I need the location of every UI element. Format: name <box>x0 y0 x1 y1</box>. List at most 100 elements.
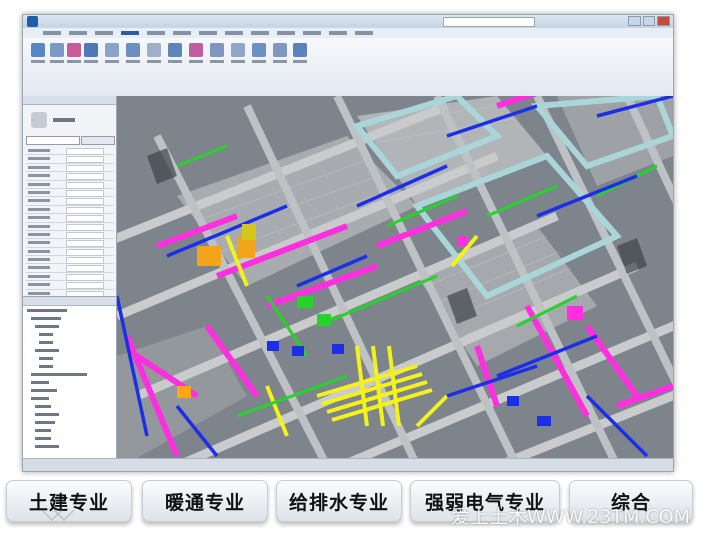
tree-item[interactable] <box>27 309 67 312</box>
property-row[interactable] <box>26 147 114 156</box>
load-group-icon[interactable] <box>293 43 307 57</box>
status-bar <box>23 458 673 471</box>
search-input[interactable] <box>443 17 535 27</box>
site-watermark: 爱上土木WWW.23TM.COM <box>450 506 690 528</box>
hvac-discipline-button[interactable]: 暖通专业 <box>142 480 268 522</box>
ribbon-tab[interactable] <box>69 31 87 35</box>
ribbon-tab[interactable] <box>95 31 113 35</box>
ribbon-label <box>168 60 182 63</box>
ribbon-tabs <box>23 28 673 38</box>
type-name <box>53 118 75 122</box>
tree-item[interactable] <box>35 405 51 408</box>
tree-item[interactable] <box>31 389 57 392</box>
ribbon-tab[interactable] <box>251 31 269 35</box>
tree-item[interactable] <box>31 373 87 376</box>
property-row[interactable] <box>26 223 114 231</box>
view-selector[interactable] <box>26 136 80 145</box>
property-row[interactable] <box>26 248 114 257</box>
decal-icon[interactable] <box>126 43 140 57</box>
ribbon-tab[interactable] <box>173 31 191 35</box>
property-row[interactable] <box>26 189 114 198</box>
ribbon-label <box>147 60 161 63</box>
load-family-icon[interactable] <box>273 43 287 57</box>
tree-item[interactable] <box>31 397 49 400</box>
link-revit-icon[interactable] <box>50 43 64 57</box>
mep-model-render <box>117 96 673 458</box>
close-button[interactable] <box>657 16 671 26</box>
tree-item[interactable] <box>39 341 53 344</box>
tree-item[interactable] <box>35 445 59 448</box>
ribbon-tab[interactable] <box>199 31 217 35</box>
maximize-button[interactable] <box>642 16 656 26</box>
ribbon-label <box>293 60 307 63</box>
ribbon-tab-active[interactable] <box>121 31 139 35</box>
property-row[interactable] <box>26 273 114 282</box>
tree-item[interactable] <box>35 429 51 432</box>
tree-item[interactable] <box>35 413 59 416</box>
ribbon-label <box>84 60 98 63</box>
tree-item[interactable] <box>39 365 53 368</box>
properties-header <box>23 96 116 105</box>
link-ifc-icon[interactable] <box>67 43 81 57</box>
ribbon-label <box>50 60 64 63</box>
ribbon-tab[interactable] <box>43 31 61 35</box>
property-row[interactable] <box>26 239 114 248</box>
import-cad-icon[interactable] <box>189 43 203 57</box>
properties-icon <box>31 112 47 128</box>
import-gbxml-icon[interactable] <box>210 43 224 57</box>
image-icon[interactable] <box>252 43 266 57</box>
property-row[interactable] <box>26 214 114 223</box>
link-cad-icon[interactable] <box>84 43 98 57</box>
manage-links-icon[interactable] <box>168 43 182 57</box>
app-logo-icon[interactable] <box>27 16 38 27</box>
property-row[interactable] <box>26 206 114 215</box>
tree-item[interactable] <box>39 333 53 336</box>
property-row[interactable] <box>26 197 114 206</box>
ribbon-label <box>105 60 119 63</box>
revit-window <box>22 14 674 472</box>
dwf-markup-icon[interactable] <box>105 43 119 57</box>
edit-type-button[interactable] <box>81 136 115 145</box>
ribbon-tab[interactable] <box>225 31 243 35</box>
property-row[interactable] <box>26 231 114 240</box>
watermark-logo-icon <box>41 509 75 522</box>
ribbon-label <box>67 60 81 63</box>
import-pdf-icon[interactable] <box>231 43 245 57</box>
property-row[interactable] <box>26 164 114 173</box>
property-row[interactable] <box>26 281 114 290</box>
ribbon-label <box>210 60 224 63</box>
property-row[interactable] <box>26 256 114 265</box>
tree-item[interactable] <box>31 381 49 384</box>
ribbon-label <box>273 60 287 63</box>
project-browser <box>23 296 116 459</box>
property-row[interactable] <box>26 172 114 181</box>
ribbon-label <box>126 60 140 63</box>
property-rows <box>26 147 114 299</box>
property-row[interactable] <box>26 155 114 164</box>
ribbon-label <box>189 60 203 63</box>
tree-item[interactable] <box>35 349 59 352</box>
ribbon-tab[interactable] <box>329 31 347 35</box>
point-cloud-icon[interactable] <box>147 43 161 57</box>
property-row[interactable] <box>26 181 114 189</box>
property-row[interactable] <box>26 264 114 273</box>
plumbing-discipline-button[interactable]: 给排水专业 <box>276 480 402 522</box>
window-controls <box>628 16 671 26</box>
modify-tool-icon[interactable] <box>31 43 45 57</box>
ribbon-tab[interactable] <box>303 31 321 35</box>
ribbon-label <box>252 60 266 63</box>
project-browser-header <box>23 297 116 306</box>
ribbon-tab[interactable] <box>355 31 373 35</box>
tree-item[interactable] <box>35 325 59 328</box>
ribbon-tab[interactable] <box>277 31 295 35</box>
title-bar <box>23 15 673 28</box>
ribbon-label <box>31 60 45 63</box>
tree-item[interactable] <box>39 357 53 360</box>
minimize-button[interactable] <box>628 16 641 26</box>
ribbon <box>23 38 673 97</box>
tree-item[interactable] <box>35 421 55 424</box>
tree-item[interactable] <box>31 317 61 320</box>
3d-model-viewport[interactable] <box>117 96 673 458</box>
ribbon-tab[interactable] <box>147 31 165 35</box>
tree-item[interactable] <box>35 437 51 440</box>
